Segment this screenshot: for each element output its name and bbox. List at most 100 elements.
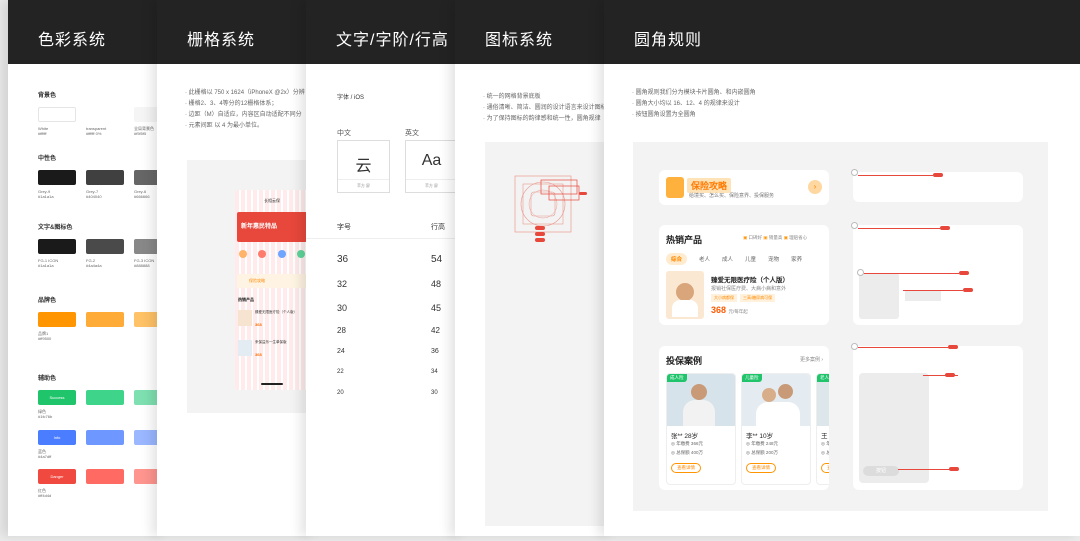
category-icon: [258, 250, 267, 258]
case-cover: ◎ 总保额 400万: [671, 450, 703, 455]
bullet: · 统一的网格背景底板: [483, 94, 541, 100]
annotation-tag: [940, 226, 950, 230]
tab-all[interactable]: 综合: [666, 253, 688, 265]
section-neutral-colors: 中性色: [38, 156, 57, 162]
swatch-success-2: [86, 390, 124, 405]
tab-child[interactable]: 儿童: [745, 253, 756, 265]
category-icon: [277, 250, 286, 258]
tab-home[interactable]: 家养: [791, 253, 802, 265]
swatch-label: White #ffffff: [38, 126, 49, 137]
wireframe-image: [859, 273, 899, 319]
annotation-tag: [963, 288, 973, 292]
bullet: · 按钮圆角设置为全圆角: [632, 112, 696, 118]
case-item[interactable]: 成人险 张** 28岁 ◎ 年缴费 366元 ◎ 总保额 400万 查看详情: [666, 373, 736, 485]
case-tag: 儿童险: [742, 374, 762, 382]
view-detail-button[interactable]: 查看详情: [746, 463, 776, 473]
zh-font-name: 苹方 屏: [338, 179, 389, 189]
swatch-label: 蓝色 #4a7dff: [38, 449, 52, 460]
tag-icon: ▣: [763, 235, 768, 240]
corner-radius-panel: 圆角规则 · 圆角规则我们分为模块卡片圆角、和内嵌圆角 · 圆角大小均以 16、…: [604, 0, 1080, 536]
swatch-label: FG-2 #4a4a4a: [86, 258, 102, 269]
case-cover: ◎ 总: [821, 450, 829, 455]
case-photo-face: [778, 384, 793, 399]
annotation-line: [903, 290, 963, 291]
radius-marker: [851, 222, 858, 229]
case-name: 张** 28岁: [671, 433, 699, 440]
phone-icon-row: [239, 250, 305, 260]
hot-tags: ▣ 口碑好 ▣ 销量高 ▣ 理赔省心: [743, 235, 808, 240]
swatch-label: FG-3 ICON #888888: [134, 258, 155, 269]
icon-bullets: · 统一的网格背景底板 · 通俗清晰、简洁、圆润的设计语言来设计图标 · 为了保…: [483, 92, 615, 125]
more-cases-link[interactable]: 更多案例 ›: [800, 356, 823, 363]
product-desc: 报销社保医疗费、大病小病和意外: [711, 286, 787, 292]
en-font-name: 苹方 屏: [406, 179, 457, 189]
panel-title: 圆角规则: [604, 0, 1080, 64]
line-value: 30: [431, 390, 438, 396]
product-name: 臻爱无限医疗险（个人版）: [711, 277, 789, 284]
phone-product-name: 臻爱无限医疗险（个人版）: [255, 310, 297, 314]
size-value: 24: [337, 348, 345, 355]
chevron-right-icon[interactable]: ›: [808, 180, 822, 194]
guide-desc: 给境买、怎么买、保险意界、投保服务: [689, 193, 775, 199]
view-detail-button[interactable]: 查: [821, 463, 829, 473]
view-detail-button[interactable]: 查看详情: [671, 463, 701, 473]
bullet: · 圆角大小均以 16、12、4 的规律来设计: [632, 101, 740, 107]
case-fee: ◎ 年: [821, 441, 829, 446]
size-value: 22: [337, 369, 344, 375]
case-photo-body: [683, 400, 715, 426]
line-value: 36: [431, 348, 439, 355]
phone-mockup: 长相云保 新年惠民特品 保险攻略 热销产品 臻爱无限医疗险（个人版） 368 来…: [235, 190, 309, 390]
product-image: [666, 271, 704, 319]
radius-marker: [851, 343, 858, 350]
section-background-colors: 背景色: [38, 93, 57, 99]
grid-bullets: · 此栅格以 750 x 1624（iPhoneX @2x）分辨 · 栅格2、3…: [185, 88, 317, 132]
swatch-label: 品牌1 #ff9500: [38, 331, 52, 342]
swatch-brand-2: [86, 312, 124, 327]
panel-title: 文字/字阶/行高: [306, 0, 466, 64]
case-item[interactable]: 儿童险 李** 10岁 ◎ 年缴费 248元 ◎ 总保额 200万 查看详情: [741, 373, 811, 485]
case-tag: 成人险: [667, 374, 687, 382]
phone-banner: 新年惠民特品: [237, 212, 307, 242]
radius-bullets: · 圆角规则我们分为模块卡片圆角、和内嵌圆角 · 圆角大小均以 16、12、4 …: [632, 88, 932, 121]
case-item[interactable]: 老人险 王 ◎ 年 ◎ 总 查: [816, 373, 829, 485]
bullet: · 为了保持图标的韵律感和统一性，圆角规律: [483, 116, 601, 122]
hot-products-card: 热销产品 ▣ 口碑好 ▣ 销量高 ▣ 理赔省心 综合 老人 成人 儿童 宠物 家…: [659, 225, 829, 325]
phone-nav-title: 长相云保: [264, 198, 280, 203]
home-indicator: [261, 383, 283, 385]
tab-elderly[interactable]: 老人: [699, 253, 710, 265]
tab-pet[interactable]: 宠物: [768, 253, 779, 265]
phone-product-price: 368: [255, 352, 262, 357]
section-auxiliary-colors: 辅助色: [38, 376, 57, 382]
product-badge: 大小病都保: [711, 294, 737, 302]
zh-sample-box: 云 苹方 屏: [337, 140, 390, 193]
bullet: · 此栅格以 750 x 1624（iPhoneX @2x）分辨: [185, 90, 305, 96]
tab-adult[interactable]: 成人: [722, 253, 733, 265]
bullet: · 通俗清晰、简洁、圆润的设计语言来设计图标: [483, 105, 607, 111]
color-system-panel: 色彩系统 背景色 White #ffffff transparent #ffffff…: [8, 0, 168, 536]
tag-icon: ▣: [743, 235, 748, 240]
swatch-grey-9: [38, 170, 76, 185]
en-sample-box: Aa 苹方 屏: [405, 140, 458, 193]
col-line-header: 行高: [431, 224, 445, 231]
swatch-label: 红色 #ff4d4d: [38, 488, 52, 499]
annotation-tag: [949, 467, 959, 471]
swatch-label: transparent #ffffff 0%: [86, 126, 107, 137]
en-label: 英文: [405, 130, 419, 137]
panel-title: 色彩系统: [8, 0, 168, 64]
icon-canvas: [485, 142, 615, 526]
case-cover: ◎ 总保额 200万: [746, 450, 778, 455]
annotation-line: [858, 347, 948, 348]
phone-product-price: 368: [255, 322, 262, 327]
product-badges: 大小病都保 三高/糖尿病可保: [711, 294, 776, 302]
size-value: 32: [337, 279, 348, 289]
tag-icon: ▣: [783, 235, 788, 240]
bullet: · 栅格2、3、4等分的12栅格体系；: [185, 101, 278, 107]
cases-card: 投保案例 更多案例 › 成人险 张** 28岁 ◎ 年缴费 366元 ◎ 总保额…: [659, 346, 829, 490]
swatch-label: Grey-7 #404040: [86, 189, 102, 200]
case-name: 李** 10岁: [746, 433, 774, 440]
case-photo-body: [756, 402, 800, 426]
bullet: · 圆角规则我们分为模块卡片圆角、和内嵌圆角: [632, 90, 756, 96]
annotation-line: [898, 469, 950, 470]
swatch-label: 全局背景色 #f5f5f5: [134, 126, 154, 137]
size-value: 36: [337, 254, 349, 265]
